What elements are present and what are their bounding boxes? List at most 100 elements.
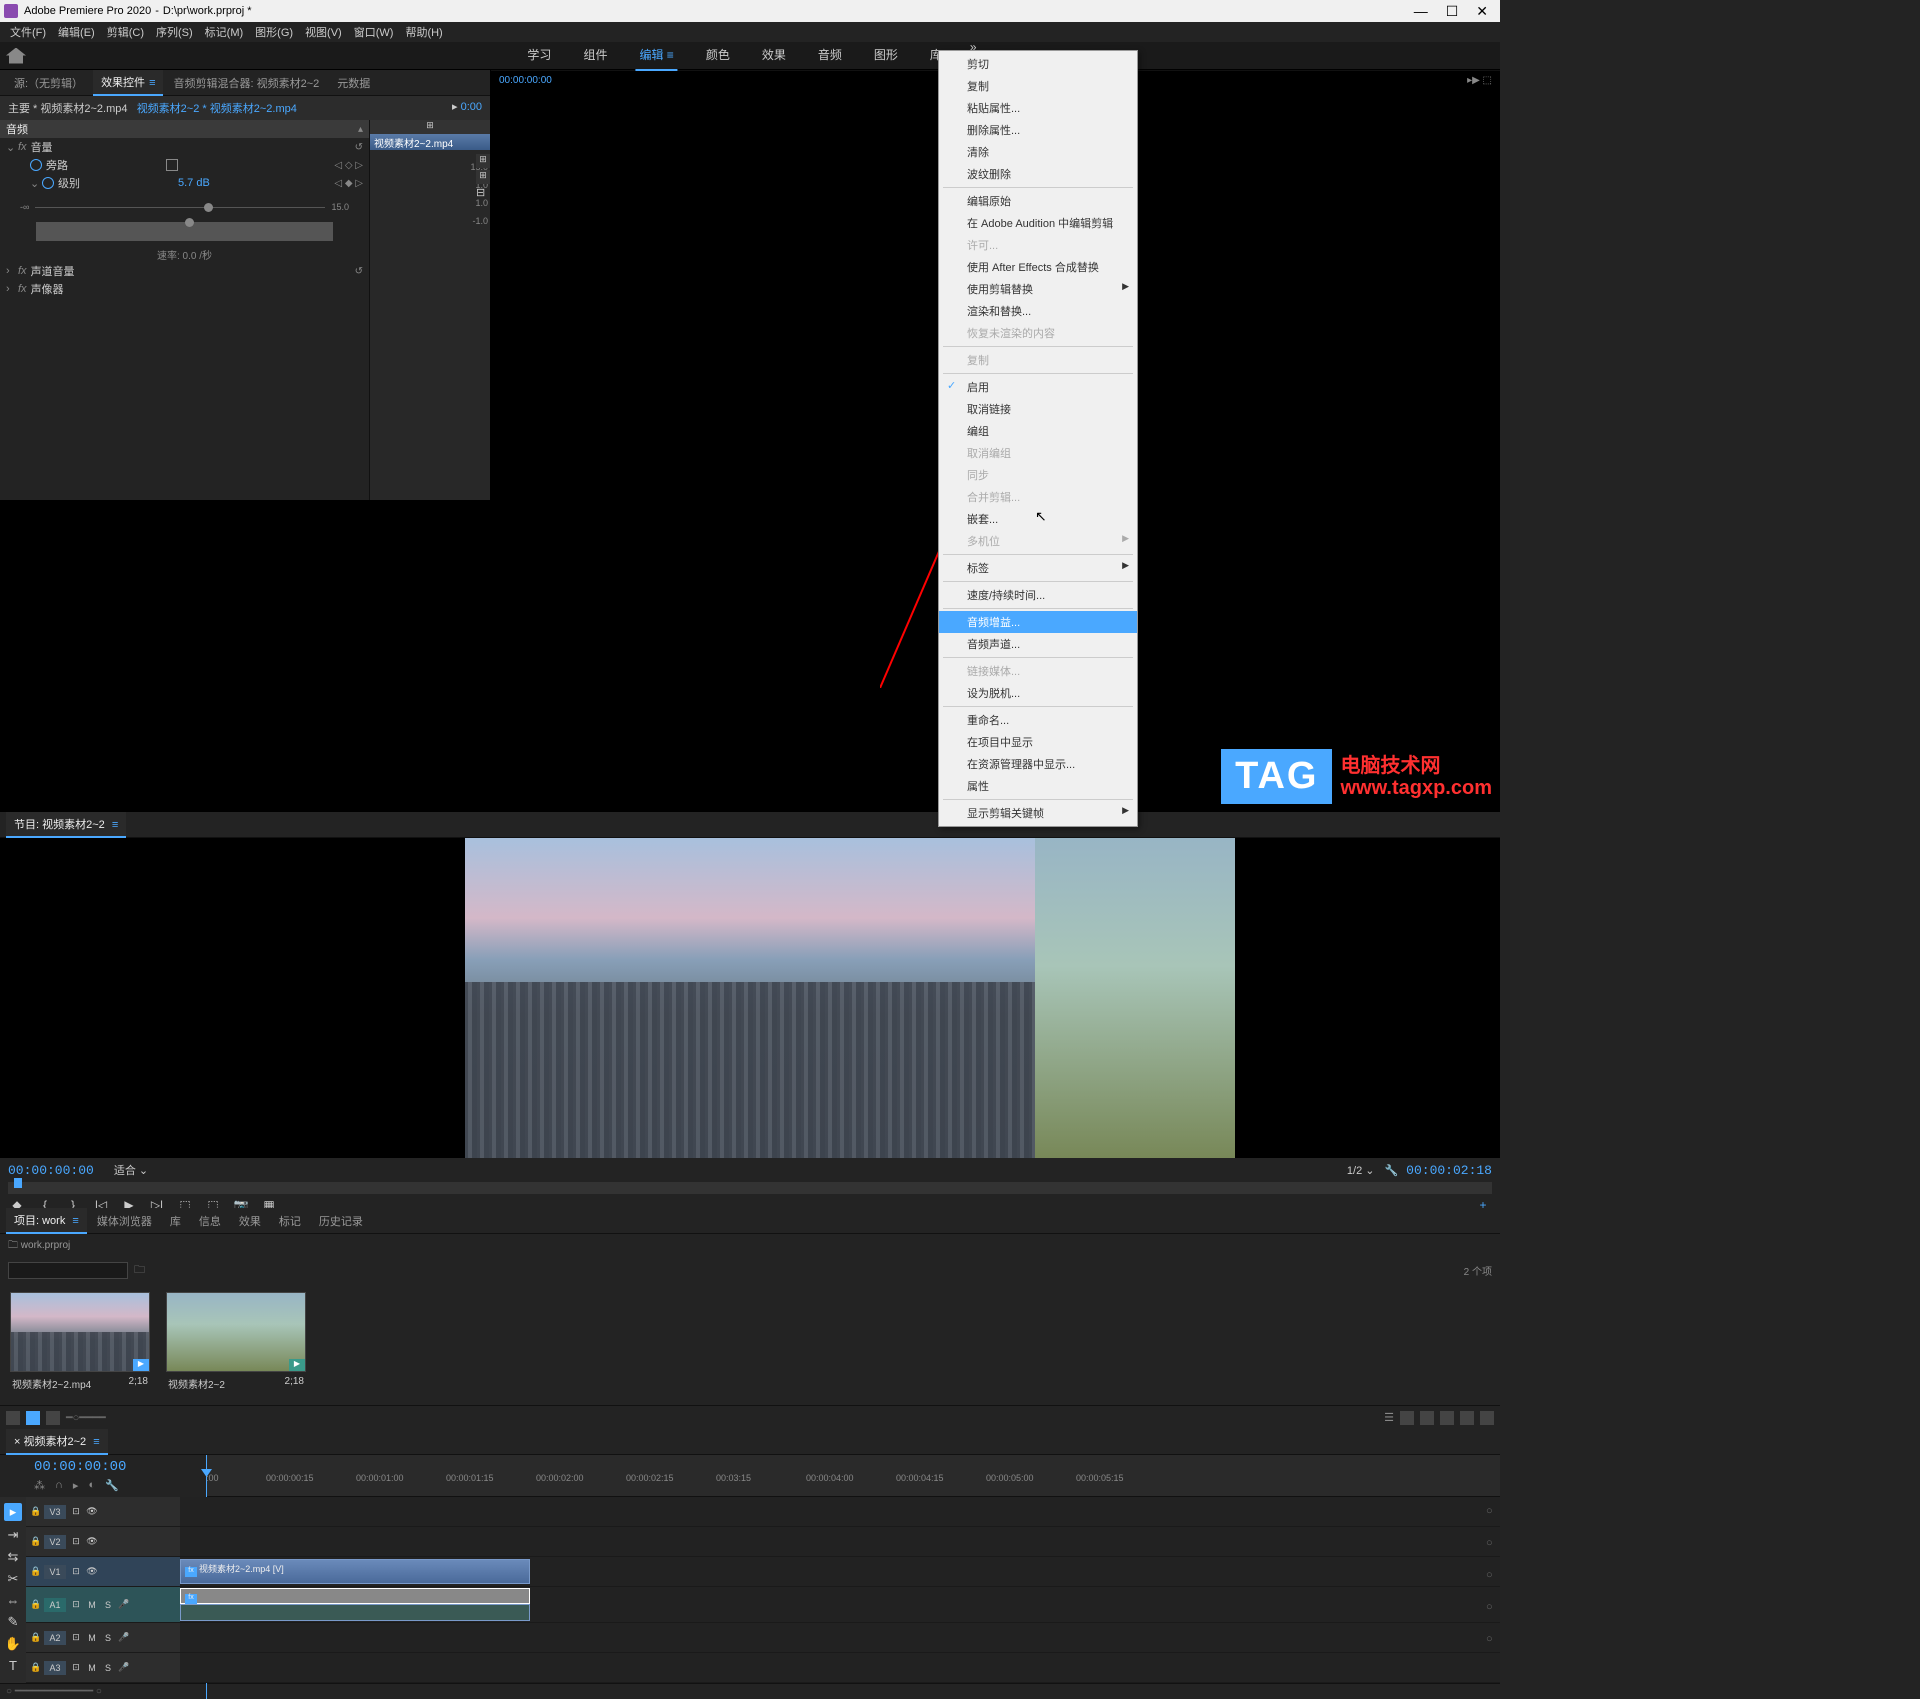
context-menu-item[interactable]: 在 Adobe Audition 中编辑剪辑 (939, 212, 1137, 234)
settings-icon[interactable]: ◐ (88, 1479, 95, 1492)
effect-volume[interactable]: ⌄fx 音量 ↺ (0, 138, 369, 156)
playhead-icon[interactable] (14, 1178, 22, 1188)
volume-level[interactable]: ⌄ 级别 5.7 dB ◁ ◆ ▷ (0, 174, 369, 192)
find-icon[interactable] (1420, 1411, 1434, 1425)
context-menu-item[interactable]: 复制 (939, 75, 1137, 97)
tab-source[interactable]: 源:（无剪辑） (6, 71, 91, 95)
reset-icon[interactable]: ↺ (355, 266, 363, 277)
menu-file[interactable]: 文件(F) (4, 24, 52, 40)
play-icon[interactable]: ▶ (120, 1198, 138, 1208)
zoom-fit-select[interactable]: 适合 ⌄ (114, 1162, 148, 1178)
effect-controls-timeline[interactable]: 视频素材2~2.mp4 15.0 1.0 1.0 -1.0 ⊞ ⊞ ⊟ ⊞ (370, 120, 490, 500)
out-point-icon[interactable]: } (64, 1198, 82, 1208)
stopwatch-icon[interactable] (30, 159, 42, 171)
filter-icon[interactable]: 🗀 (134, 1261, 145, 1280)
close-icon[interactable]: ✕ (1476, 3, 1488, 20)
context-menu-item[interactable]: 在项目中显示 (939, 731, 1137, 753)
volume-bypass[interactable]: 旁路 ◁ ◇ ▷ (0, 156, 369, 174)
menu-window[interactable]: 窗口(W) (348, 24, 400, 40)
menu-clip[interactable]: 剪辑(C) (101, 24, 150, 40)
context-menu-item[interactable]: 剪切 (939, 53, 1137, 75)
workspace-editing[interactable]: 编辑 ≡ (635, 40, 677, 71)
context-menu-item[interactable]: 编辑原始 (939, 190, 1137, 212)
track-header-v2[interactable]: 🔒V2⊡👁 (26, 1527, 180, 1557)
workspace-color[interactable]: 颜色 (702, 40, 734, 71)
freeform-view-icon[interactable] (46, 1411, 60, 1425)
context-menu-item[interactable]: ✓启用 (939, 376, 1137, 398)
resolution-select[interactable]: 1/2 ⌄ (1347, 1164, 1375, 1177)
context-menu-item[interactable]: 在资源管理器中显示... (939, 753, 1137, 775)
snap-icon[interactable]: ⁂ (34, 1479, 45, 1492)
level-value[interactable]: 5.7 dB (178, 177, 210, 189)
new-item-icon[interactable] (1460, 1411, 1474, 1425)
tab-metadata[interactable]: 元数据 (329, 71, 378, 95)
context-menu-item[interactable]: 编组 (939, 420, 1137, 442)
track-header-a2[interactable]: 🔒A2⊡MS🎤 (26, 1623, 180, 1653)
tab-info[interactable]: 信息 (191, 1209, 229, 1233)
timeline-timecode[interactable]: 00:00:00:00 (34, 1459, 198, 1475)
audio-waveform[interactable] (180, 1604, 530, 1621)
ec-tools[interactable]: ▸▶ ⬚ (1467, 75, 1492, 86)
project-item[interactable]: ▶ 视频素材2~22;18 (166, 1292, 306, 1395)
menu-edit[interactable]: 编辑(E) (52, 24, 101, 40)
track-header-a1[interactable]: 🔒A1⊡MS🎤 (26, 1587, 180, 1623)
context-menu-item[interactable]: 清除 (939, 141, 1137, 163)
lift-icon[interactable]: ⬚ (176, 1198, 194, 1208)
sort-icon[interactable]: ☰ (1384, 1411, 1394, 1424)
icon-view-icon[interactable] (26, 1411, 40, 1425)
context-menu-item[interactable]: 删除属性... (939, 119, 1137, 141)
settings-icon[interactable]: 🔧 (1384, 1164, 1398, 1177)
audio-clip[interactable]: fx (180, 1588, 530, 1604)
menu-view[interactable]: 视图(V) (299, 24, 348, 40)
context-menu-item[interactable]: 使用剪辑替换▶ (939, 278, 1137, 300)
track-select-tool-icon[interactable]: ⇥ (8, 1527, 19, 1543)
program-timecode[interactable]: 00:00:00:00 (8, 1163, 94, 1178)
in-point-icon[interactable]: { (36, 1198, 54, 1208)
tab-history[interactable]: 历史记录 (311, 1209, 371, 1233)
menu-sequence[interactable]: 序列(S) (150, 24, 199, 40)
program-view[interactable] (0, 838, 1500, 1158)
timeline-tracks[interactable]: fx视频素材2~2.mp4 [V] fx ○○○○○ (180, 1497, 1500, 1683)
track-header-v1[interactable]: 🔒V1⊡👁 (26, 1557, 180, 1587)
context-menu-item[interactable]: 显示剪辑关键帧▶ (939, 802, 1137, 824)
effect-panner[interactable]: ›fx 声像器 (0, 280, 369, 298)
context-menu-item[interactable]: 重命名... (939, 709, 1137, 731)
wrench-icon[interactable]: 🔧 (105, 1479, 119, 1492)
new-bin-icon[interactable] (1440, 1411, 1454, 1425)
menu-help[interactable]: 帮助(H) (399, 24, 448, 40)
project-search-input[interactable] (8, 1262, 128, 1279)
tab-effect-controls[interactable]: 效果控件≡ (93, 70, 163, 96)
list-view-icon[interactable] (6, 1411, 20, 1425)
marker-add-icon[interactable]: ▸ (73, 1479, 79, 1492)
workspace-effects[interactable]: 效果 (758, 40, 790, 71)
add-button-icon[interactable]: + (1474, 1198, 1492, 1208)
tab-effects[interactable]: 效果 (231, 1209, 269, 1233)
context-menu-item[interactable]: 使用 After Effects 合成替换 (939, 256, 1137, 278)
bin-icon[interactable]: 🗀 (8, 1240, 18, 1251)
tab-media-browser[interactable]: 媒体浏览器 (89, 1209, 160, 1233)
type-tool-icon[interactable]: T (9, 1658, 17, 1673)
context-menu-item[interactable]: 速度/持续时间... (939, 584, 1137, 606)
tab-program[interactable]: 节目: 视频素材2~2 ≡ (6, 812, 126, 838)
extract-icon[interactable]: ⬚ (204, 1198, 222, 1208)
project-item[interactable]: ▶ 视频素材2~2.mp42;18 (10, 1292, 150, 1395)
trash-icon[interactable] (1480, 1411, 1494, 1425)
tab-libraries[interactable]: 库 (162, 1209, 189, 1233)
rate-slider[interactable]: 速率: 0.0 /秒 (0, 222, 369, 262)
context-menu-item[interactable]: 波纹删除 (939, 163, 1137, 185)
timeline-ruler[interactable]: :00 00:00:00:15 00:00:01:00 00:00:01:15 … (206, 1455, 1500, 1497)
selection-tool-icon[interactable]: ▸ (4, 1503, 22, 1521)
ripple-edit-tool-icon[interactable]: ⇆ (8, 1549, 19, 1565)
link-icon[interactable]: ∩ (55, 1479, 63, 1492)
context-menu-item[interactable]: 渲染和替换... (939, 300, 1137, 322)
workspace-assembly[interactable]: 组件 (579, 40, 611, 71)
program-scrubber[interactable] (8, 1182, 1492, 1194)
workspace-audio[interactable]: 音频 (814, 40, 846, 71)
slip-tool-icon[interactable]: ⇔ (7, 1593, 20, 1608)
level-slider[interactable]: -∞ 15.0 (0, 192, 369, 222)
workspace-learning[interactable]: 学习 (523, 40, 555, 71)
menu-marker[interactable]: 标记(M) (199, 24, 250, 40)
export-frame-icon[interactable]: 📷 (232, 1198, 250, 1208)
tab-project[interactable]: 项目: work ≡ (6, 1208, 87, 1234)
menu-graphics[interactable]: 图形(G) (249, 24, 299, 40)
